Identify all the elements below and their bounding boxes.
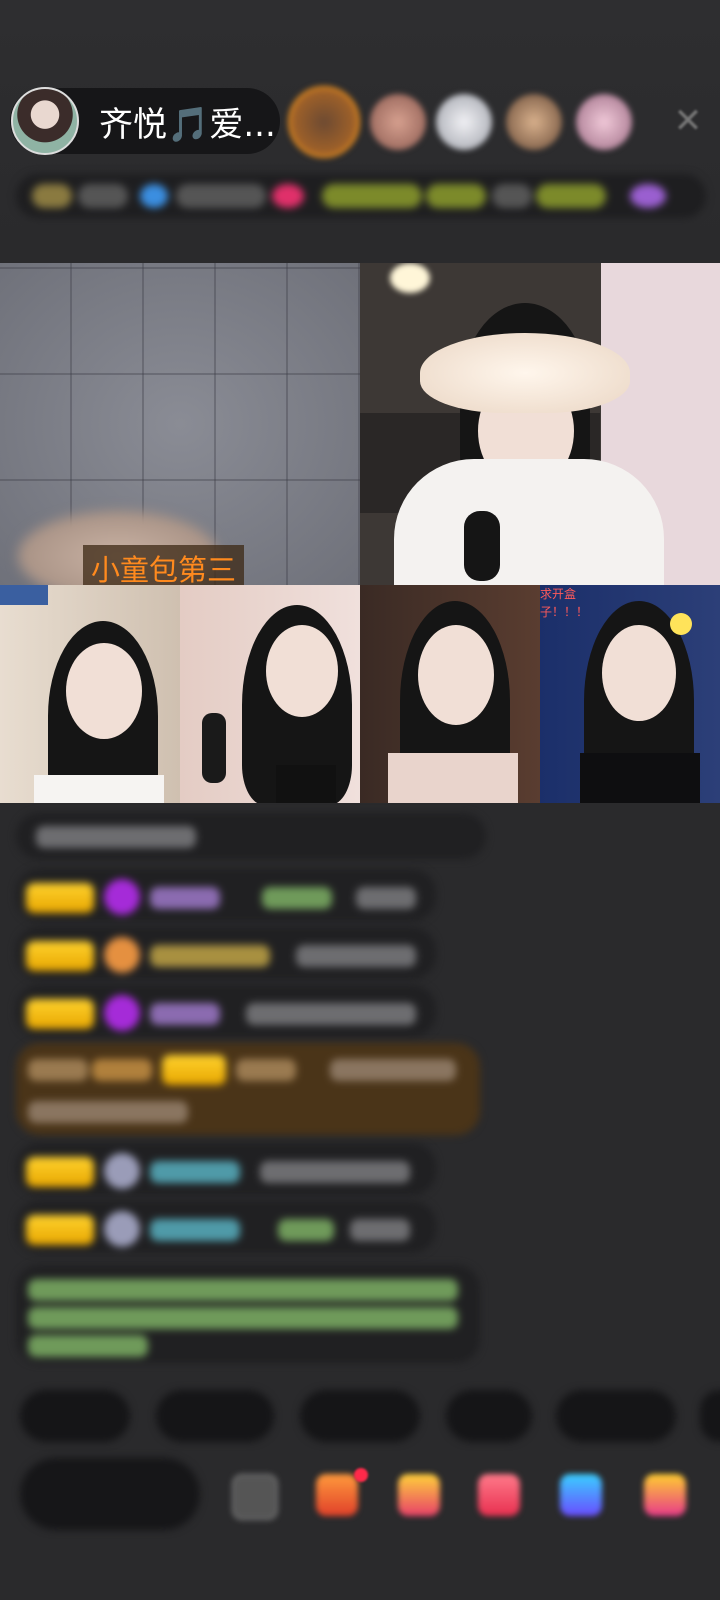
host-name: 齐悦🎵爱... [99, 104, 276, 145]
room-info-bar[interactable] [16, 174, 706, 218]
more-apps-icon[interactable] [644, 1474, 686, 1516]
microphone-icon [464, 511, 500, 581]
guest-3-shoulders [388, 753, 518, 803]
quick-action-chip-1[interactable] [20, 1390, 130, 1442]
viewer-avatar-3[interactable] [436, 94, 492, 150]
host-avatar-icon[interactable] [11, 87, 79, 155]
quick-action-chip-5[interactable] [556, 1390, 676, 1442]
guest-4-face [602, 625, 676, 721]
lamp-light [390, 263, 430, 293]
guest-video-tile-4[interactable]: 求开盒子！！！ [540, 585, 720, 803]
main-tile-label: 小童包第三 [83, 545, 245, 585]
close-icon[interactable]: ✕ [670, 103, 706, 139]
host-video-tile[interactable] [360, 263, 720, 585]
chat-message [16, 869, 436, 921]
gift-icon[interactable] [398, 1474, 440, 1516]
red-packet-icon[interactable] [478, 1474, 520, 1516]
emoji-icon[interactable] [232, 1474, 278, 1520]
guest-2-top [276, 765, 336, 803]
guest-2-face [266, 625, 338, 717]
flower-hairclip-icon [670, 613, 692, 635]
chat-message [16, 1201, 436, 1253]
guest-video-tile-3[interactable] [360, 585, 540, 803]
viewer-avatar-5[interactable] [576, 94, 632, 150]
chat-system-message [16, 813, 486, 859]
notification-dot [354, 1468, 368, 1482]
viewer-avatar-1[interactable] [288, 86, 360, 158]
bottom-bar [0, 1380, 720, 1600]
guest-1-top [34, 775, 164, 803]
puppy-headband-icon [420, 333, 630, 413]
chat-message [16, 927, 436, 979]
guest-video-tile-1[interactable] [0, 585, 180, 803]
guest-video-tile-2[interactable] [180, 585, 360, 803]
main-video-tile[interactable]: 小童包第三 [0, 263, 360, 585]
tile-corner-badge [0, 585, 48, 605]
chat-highlight-message [16, 1043, 480, 1135]
chat-message [16, 1143, 436, 1195]
chat-input[interactable] [20, 1458, 200, 1530]
quick-action-chip-6[interactable] [700, 1390, 720, 1442]
chat-message [16, 985, 436, 1037]
guest-4-top [580, 753, 700, 803]
quick-action-chip-4[interactable] [446, 1390, 532, 1442]
guest-2-microphone-icon [202, 713, 226, 783]
game-controller-icon[interactable] [560, 1474, 602, 1516]
chat-notice-message [16, 1265, 480, 1363]
tile-banner: 求开盒子！！！ [540, 587, 589, 619]
viewer-avatar-2[interactable] [370, 94, 426, 150]
video-grid: 小童包第三 求开盒子！！！ [0, 263, 720, 803]
quick-action-chip-2[interactable] [156, 1390, 274, 1442]
guest-1-face [66, 643, 142, 739]
host-shirt [394, 459, 664, 585]
host-info-pill[interactable]: 齐悦🎵爱... [10, 87, 280, 155]
viewer-avatar-4[interactable] [506, 94, 562, 150]
quick-action-chip-3[interactable] [300, 1390, 420, 1442]
gift-box-icon[interactable] [316, 1474, 358, 1516]
guest-3-face [418, 625, 494, 725]
